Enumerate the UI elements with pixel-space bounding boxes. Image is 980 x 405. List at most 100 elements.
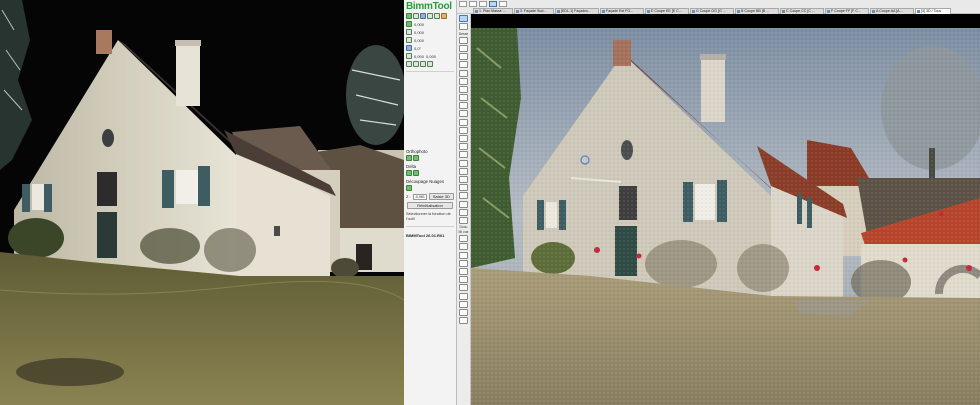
delta-icon[interactable] [406,170,412,176]
slab-tool-icon[interactable] [459,77,468,85]
hint-text: Sélectionner la fonction de l'outil [406,212,451,221]
tab-1[interactable]: 1. Plan Masse ... [473,8,513,14]
dormer-tool-icon[interactable] [459,192,468,200]
delta-label: Delta [406,164,417,169]
zone-tool-icon[interactable] [459,151,468,159]
extra-tool-icon[interactable] [459,216,468,224]
polyline-tool-icon[interactable] [459,292,468,300]
arc-tool-icon[interactable] [459,284,468,292]
align-icon[interactable] [427,61,433,67]
object-tool-icon[interactable] [459,135,468,142]
tab-3[interactable]: [EDL-1] Façades... [555,8,599,14]
help-icon[interactable] [441,13,447,19]
move-icon[interactable] [406,61,412,67]
drawing-tool-icon[interactable] [459,300,468,308]
fill-tool-icon[interactable] [459,268,468,275]
lamp2-tool-icon[interactable] [459,208,468,216]
view-type-icon [692,10,695,13]
panel-toolbar [404,12,456,20]
orbit-icon[interactable] [479,1,487,7]
mesh-tool-icon[interactable] [459,159,468,167]
tab-label: 3. Façade Sud... [520,9,547,13]
pointer-icon[interactable] [499,1,507,7]
scale-icon[interactable] [420,61,426,67]
lamp-tool-icon[interactable] [459,143,468,151]
z-input[interactable]: -0,961 [412,193,427,200]
elevation-tool-icon[interactable] [459,317,468,325]
shell-tool-icon[interactable] [459,94,468,102]
text-tool-icon[interactable] [459,251,468,259]
reset-button[interactable]: Réinitialisation [407,202,453,209]
offset-a: 0,000 [414,53,425,59]
corner-window-tool-icon[interactable] [459,184,468,192]
door-tool-icon[interactable] [459,69,468,77]
view-type-icon [782,10,785,13]
coord-z: 0,000 [414,37,425,43]
delta-compare-icon[interactable] [413,170,419,176]
eye-icon[interactable] [489,1,497,7]
section-tool-icon[interactable] [459,308,468,316]
divider [406,226,454,228]
save-3d-button[interactable]: Saisie 3D [428,193,454,200]
selection-tool-icon[interactable] [459,15,468,23]
copy-icon[interactable] [427,13,433,19]
dimension-tool-icon[interactable] [459,235,468,243]
stair-tool-icon[interactable] [459,102,468,110]
transform-tools [404,60,456,68]
bimmtool-logo: BimmTool [404,0,456,12]
opening-tool-icon[interactable] [459,167,468,175]
cloud-clipping-label: Découpage Nuages [406,179,444,184]
view-type-icon [647,10,650,13]
offset-b: 0,000 [426,53,437,59]
tab-label: C Coupe CC [C ... [786,9,815,13]
orthophoto-icon[interactable] [406,155,412,161]
tab-label: [3] 3D / Tous [921,9,942,13]
view-type-icon [872,10,875,13]
cube-icon[interactable] [420,13,426,19]
offset-icon [406,53,412,59]
window-tool-icon[interactable] [459,61,468,69]
toolbox-label-view: Mi vue [458,230,469,235]
level-tool-icon[interactable] [459,243,468,251]
tab-4[interactable]: Façade Est FO... [600,8,644,14]
grid-icon[interactable] [413,13,419,19]
wall-tool-icon[interactable] [459,36,468,44]
tab-2[interactable]: 3. Façade Sud... [514,8,554,14]
panel-spacer [404,75,456,147]
tab-label: B Coupe BB [B ... [741,9,770,13]
tab-7[interactable]: B Coupe BB [B ... [735,8,779,14]
tab-9[interactable]: F Coupe FF [F C... [825,8,869,14]
beam-tool-icon[interactable] [459,53,468,61]
tab-6[interactable]: G Coupe GG [G ... [690,8,734,14]
target-icon[interactable] [406,13,412,19]
settings-icon[interactable] [434,13,440,19]
axis-icon [406,29,412,35]
axis-z-icon [406,37,412,43]
line-tool-icon[interactable] [459,276,468,284]
arrow-icon[interactable] [459,1,467,7]
angle-row: 0,0° [404,44,456,52]
clipping-icon[interactable] [406,185,412,191]
tab-10[interactable]: A Coupe AA [A ... [870,8,914,14]
tab-label: A Coupe AA [A ... [876,9,904,13]
tab-5[interactable]: E Coupe EE [E C... [645,8,689,14]
tab-11[interactable]: [3] 3D / Tous [915,8,951,14]
marquee-tool-icon[interactable] [459,23,468,31]
roof-tool-icon[interactable] [459,85,468,93]
orthophoto-label: Orthophoto [406,149,428,154]
curtain-wall-tool-icon[interactable] [459,118,468,126]
orthophoto-export-icon[interactable] [413,155,419,161]
3d-viewport[interactable] [471,28,980,405]
pan-icon[interactable] [469,1,477,7]
tab-8[interactable]: C Coupe CC [C ... [780,8,824,14]
coord-row-x: 0,000 [404,20,456,28]
skylight-tool-icon[interactable] [459,175,468,183]
label-tool-icon[interactable] [459,259,468,267]
version-label: BIMMTool 26.01.R01 [406,233,445,239]
railing-tool-icon[interactable] [459,110,468,118]
rotate-icon[interactable] [413,61,419,67]
column-tool-icon[interactable] [459,44,468,52]
morph-tool-icon[interactable] [459,126,468,134]
wall-end-tool-icon[interactable] [459,200,468,208]
quick-tools [459,1,507,7]
